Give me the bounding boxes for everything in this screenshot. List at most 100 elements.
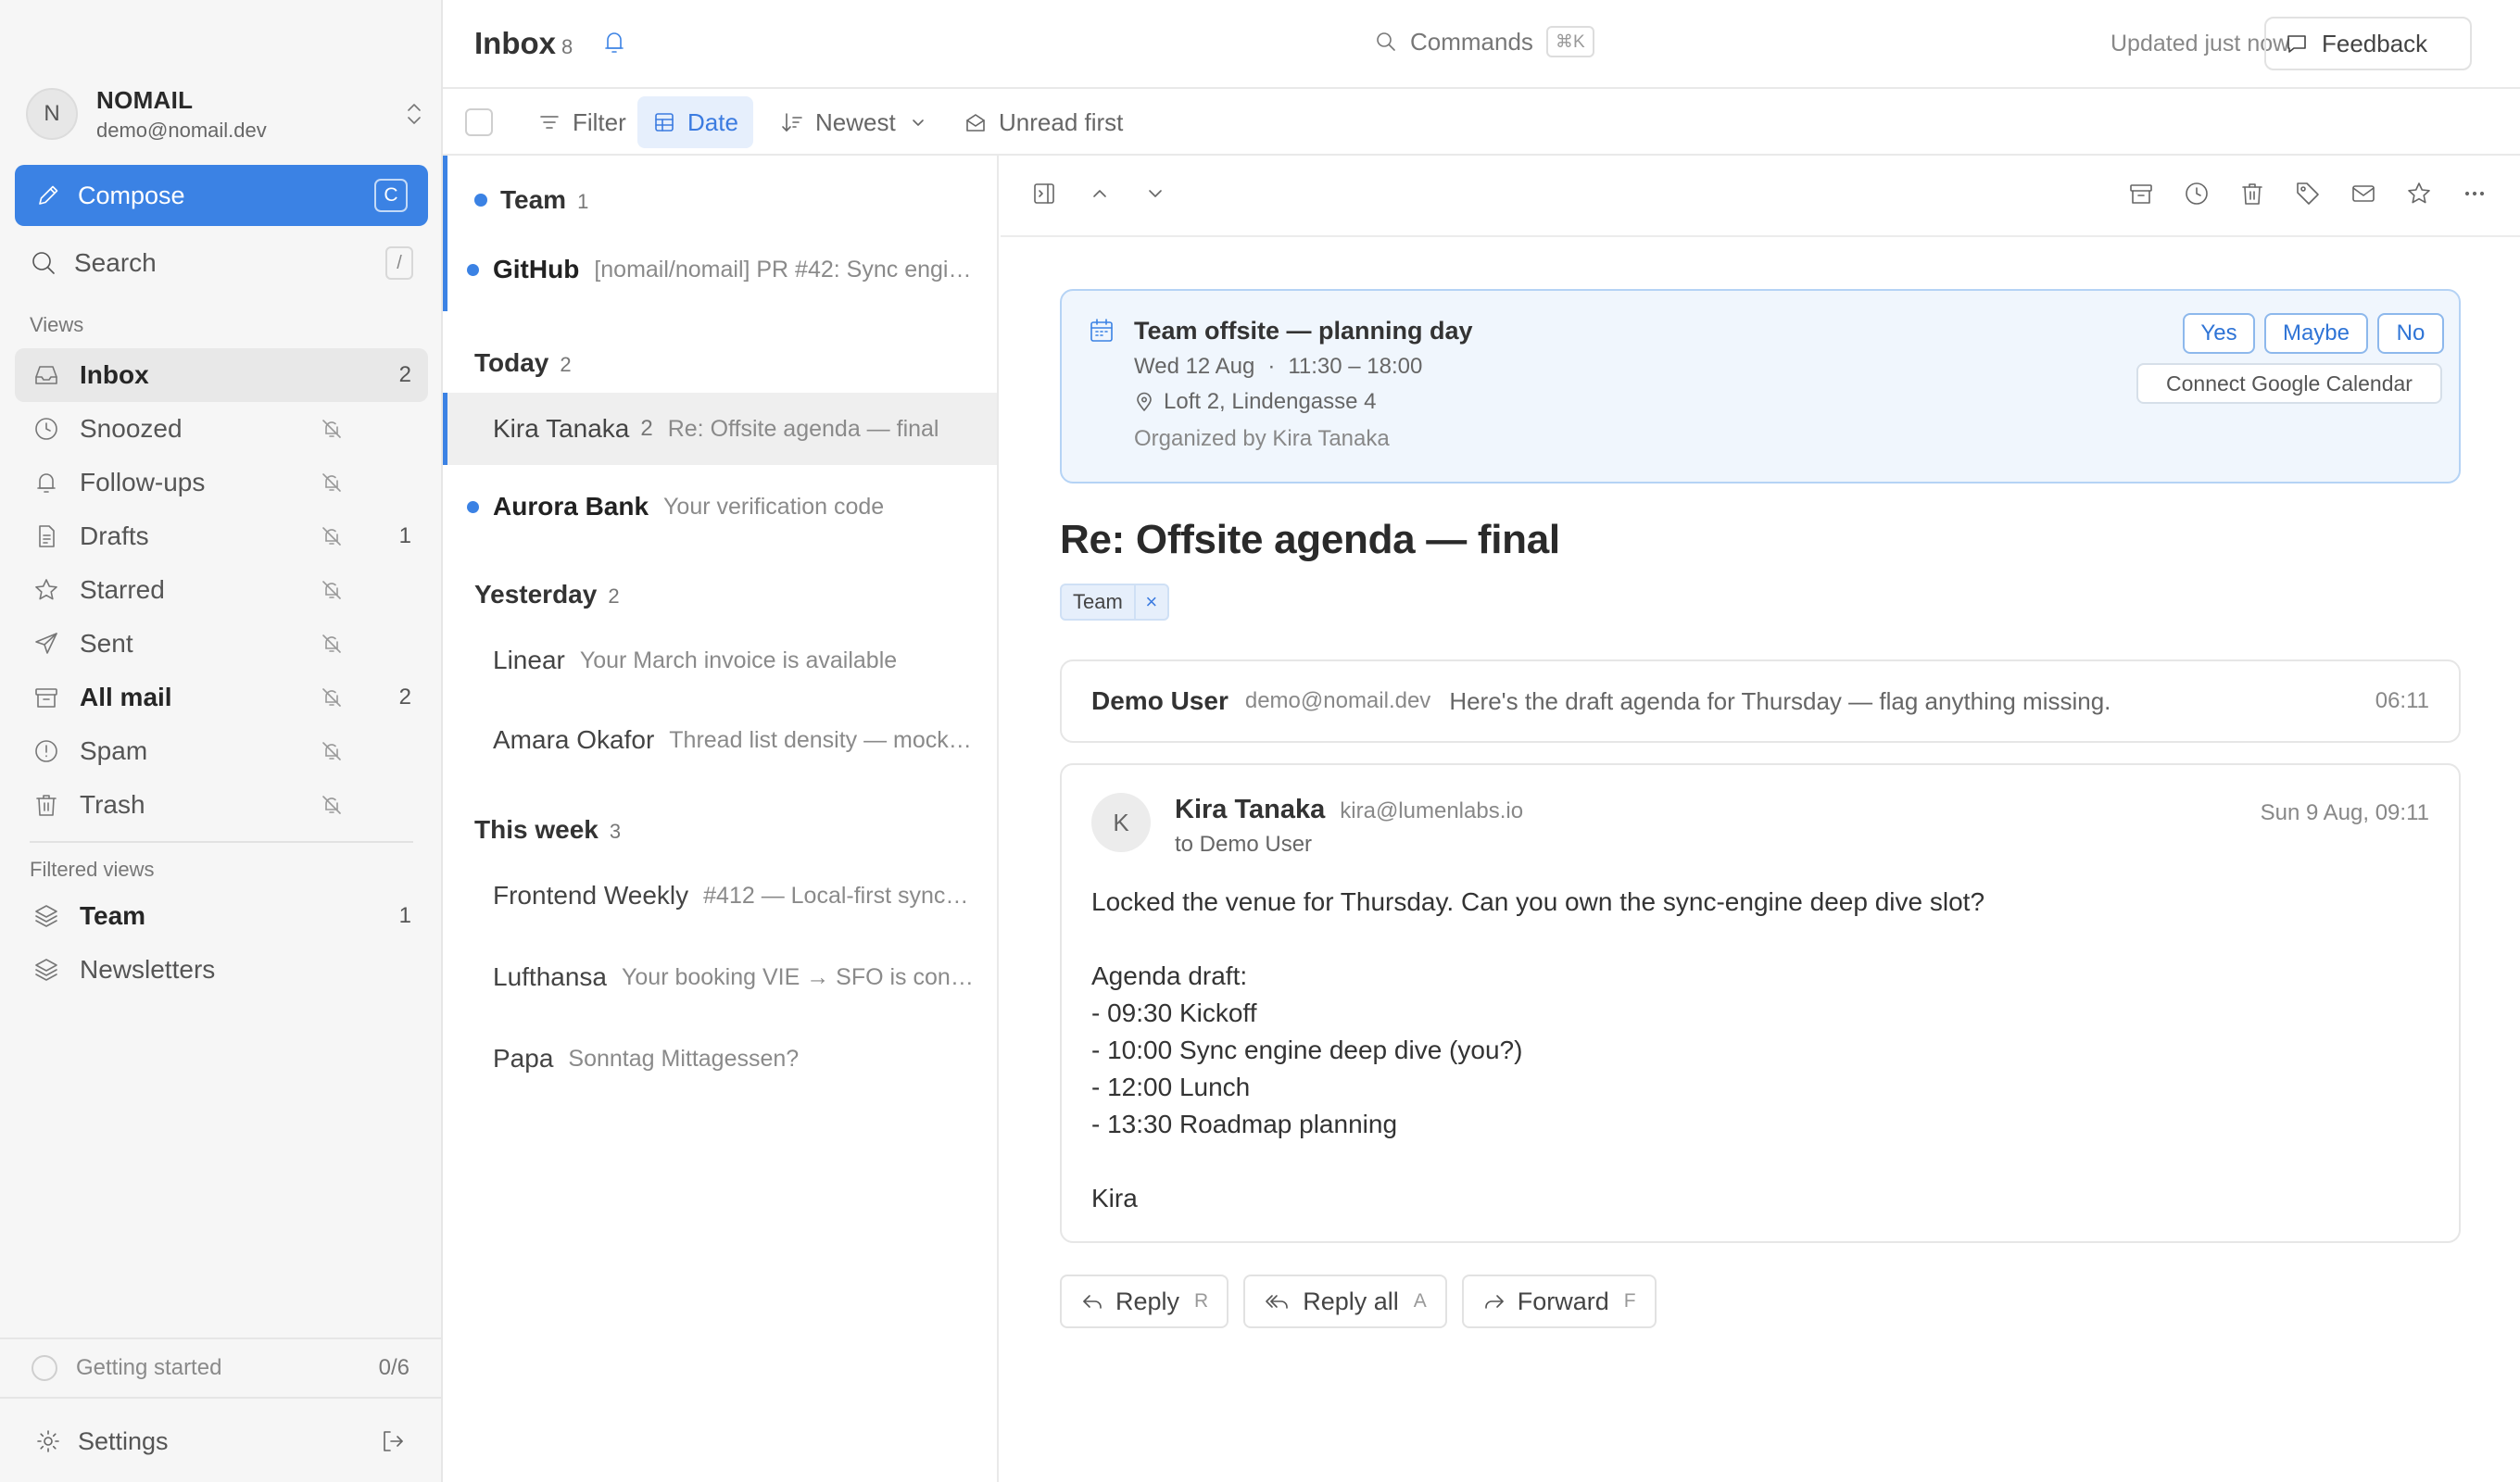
rsvp-yes-button[interactable]: Yes [2183,313,2255,354]
filter-button[interactable]: Filter [523,96,641,148]
getting-started[interactable]: Getting started 0/6 [0,1338,441,1399]
sidebar-item-starred[interactable]: Starred [15,563,428,617]
views-nav: Inbox 2 Snoozed Follow-ups Drafts 1 Star… [15,348,428,832]
search-icon [1375,31,1397,53]
group-header-today: Today 2 [474,348,572,378]
thread-count: 2 [640,416,653,441]
snooze-clock-icon[interactable] [2183,180,2211,207]
bell-off-icon[interactable] [321,686,343,709]
compose-button[interactable]: Compose C [15,165,428,226]
message-recipient: to Demo User [1175,832,1313,857]
sync-status: Updated just now [2110,31,2290,57]
tag-icon[interactable] [2294,180,2322,207]
group-label: This week [474,815,598,844]
sidebar-item-count: 2 [398,684,411,710]
notification-bell-icon[interactable] [600,28,628,59]
chevron-up-icon[interactable] [1086,180,1114,207]
connect-calendar-button[interactable]: Connect Google Calendar [2136,363,2442,404]
sender: Lufthansa [493,962,607,991]
layers-icon [32,902,61,930]
map-pin-icon [1134,392,1154,412]
group-count: 2 [560,353,572,376]
event-when: Wed 12 Aug · 11:30 – 18:00 [1134,354,1422,380]
settings-button[interactable]: Settings [78,1427,380,1456]
list-item[interactable]: GitHub [nomail/nomail] PR #42: Sync engi… [443,233,997,306]
body-line: Agenda draft: [1091,961,1248,990]
list-item[interactable]: Linear Your March invoice is available [443,624,997,697]
list-item[interactable]: Papa Sonntag Mittagessen? [443,1023,997,1095]
subject: #412 — Local-first sync engines [703,882,975,909]
remove-label-button[interactable]: × [1133,585,1167,619]
sidebar-item-all-mail[interactable]: All mail 2 [15,671,428,724]
sidebar-item-label: Follow-ups [80,468,206,496]
message-sender-email: demo@nomail.dev [1244,688,1431,713]
thread-label-chip: Team × [1060,584,1169,621]
bell-off-icon[interactable] [321,633,343,655]
group-by-date-button[interactable]: Date [637,96,753,148]
bell-off-icon[interactable] [321,579,343,601]
bell-off-icon[interactable] [321,418,343,440]
sidebar-item-follow-ups[interactable]: Follow-ups [15,456,428,509]
alert-circle-icon [32,737,61,765]
archive-icon[interactable] [2127,180,2155,207]
event-date: Wed 12 Aug [1134,354,1255,379]
bell-off-icon[interactable] [321,525,343,547]
sort-dropdown[interactable]: Newest [765,96,942,148]
reply-all-button[interactable]: Reply all A [1243,1275,1447,1328]
bell-off-icon[interactable] [321,794,343,816]
sidebar-item-sent[interactable]: Sent [15,617,428,671]
date-label: Date [687,107,738,136]
pencil-icon [35,182,61,208]
sidebar-item-drafts[interactable]: Drafts 1 [15,509,428,563]
body-line-blank [1091,921,2426,958]
filter-icon [537,110,561,134]
body-line: Locked the venue for Thursday. Can you o… [1091,887,1985,916]
star-icon[interactable] [2405,180,2433,207]
search-button[interactable]: Search / [15,239,428,287]
unread-first-label: Unread first [999,107,1124,136]
calendar-event-card: Team offsite — planning day Wed 12 Aug ·… [1060,289,2461,484]
star-icon [32,576,61,604]
rsvp-maybe-button[interactable]: Maybe [2264,313,2368,354]
sidebar-item-trash[interactable]: Trash [15,778,428,832]
list-item[interactable]: Lufthansa Your booking VIE → SFO is conf… [443,941,997,1013]
sidebar-item-team[interactable]: Team 1 [15,889,428,943]
sidebar-item-newsletters[interactable]: Newsletters [15,943,428,997]
more-horizontal-icon[interactable] [2461,180,2488,207]
list-item[interactable]: Frontend Weekly #412 — Local-first sync … [443,860,997,932]
sidebar-item-label: Drafts [80,521,149,550]
mail-icon[interactable] [2350,180,2377,207]
list-item[interactable]: Aurora Bank Your verification code [443,471,997,543]
toggle-panel-icon[interactable] [1030,180,1058,207]
subject: Re: Offsite agenda — final [667,415,939,442]
sidebar-divider [30,841,413,843]
sidebar-item-snoozed[interactable]: Snoozed [15,402,428,456]
event-title: Team offsite — planning day [1134,317,1473,345]
collapsed-message[interactable]: Demo User demo@nomail.dev Here's the dra… [1060,659,2461,743]
trash-icon[interactable] [2238,180,2266,207]
bell-off-icon[interactable] [321,740,343,762]
sign-out-icon[interactable] [380,1428,406,1454]
sidebar-item-label: All mail [80,683,172,711]
chevron-up-down-icon[interactable] [404,100,424,128]
bell-off-icon[interactable] [321,471,343,494]
sidebar-item-spam[interactable]: Spam [15,724,428,778]
forward-label: Forward [1517,1287,1609,1315]
list-item[interactable]: Kira Tanaka 2 Re: Offsite agenda — final [443,393,997,465]
account-switcher[interactable]: N NOMAIL demo@nomail.dev [26,85,424,143]
unread-first-toggle[interactable]: Unread first [949,96,1138,148]
sidebar-item-inbox[interactable]: Inbox 2 [15,348,428,402]
feedback-button[interactable]: Feedback [2264,17,2472,70]
rsvp-no-button[interactable]: No [2377,313,2444,354]
select-all-checkbox[interactable] [465,108,493,136]
commands-button[interactable]: Commands ⌘K [1375,26,1594,57]
forward-button[interactable]: Forward F [1461,1275,1657,1328]
event-organizer: Organized by Kira Tanaka [1134,426,1390,451]
message-from: Kira Tanaka kira@lumenlabs.io [1175,795,1523,825]
gear-icon[interactable] [35,1428,61,1454]
list-item[interactable]: Amara Okafor Thread list density — mocku… [443,704,997,776]
chevron-down-icon[interactable] [1141,180,1169,207]
subject: [nomail/nomail] PR #42: Sync engine v2 [594,256,975,283]
reply-button[interactable]: Reply R [1060,1275,1229,1328]
group-header-team[interactable]: Team 1 [474,185,588,215]
